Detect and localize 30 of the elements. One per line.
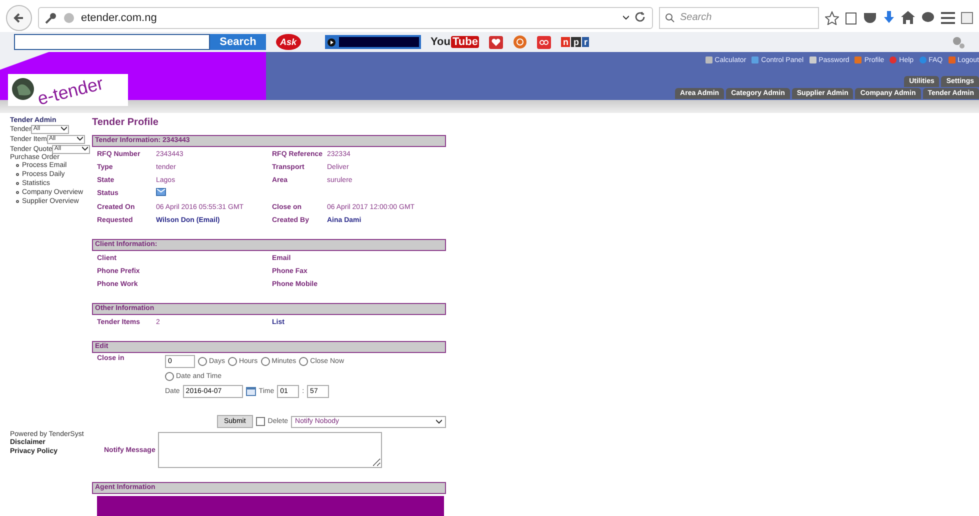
back-button[interactable]: [6, 4, 32, 31]
back-arrow-icon: [13, 12, 25, 24]
star-icon[interactable]: [825, 10, 839, 25]
calendar-icon[interactable]: [246, 387, 256, 396]
address-bar[interactable]: etender.com.ng: [38, 6, 653, 29]
logo-text: e-tender: [35, 74, 106, 110]
envelope-icon: [156, 188, 166, 196]
chat-icon[interactable]: [921, 11, 935, 24]
reload-icon[interactable]: [635, 12, 646, 24]
ask-logo[interactable]: Ask: [276, 34, 301, 50]
download-icon[interactable]: [883, 10, 895, 25]
toolbar-search-field[interactable]: [14, 34, 210, 50]
heart-icon[interactable]: [488, 36, 503, 49]
url-text: etender.com.ng: [81, 12, 158, 24]
menu-icon[interactable]: [941, 12, 955, 24]
radio-app-icon[interactable]: [536, 36, 551, 49]
delete-checkbox[interactable]: [256, 417, 265, 426]
notify-message-field[interactable]: [158, 432, 382, 468]
chevron-icon: [61, 126, 68, 131]
browser-search-field[interactable]: Search: [659, 6, 819, 29]
search-icon: [665, 12, 675, 23]
ring-icon[interactable]: [512, 35, 527, 50]
globe-emblem-icon: [11, 77, 35, 102]
chevron-icon: [436, 419, 442, 424]
page-title: Tender Profile: [92, 117, 160, 130]
chevron-icon: [623, 15, 629, 20]
play-icon: [326, 38, 336, 47]
npr-logo[interactable]: n p r: [560, 37, 590, 48]
search-button[interactable]: Search: [210, 34, 266, 50]
media-player[interactable]: [324, 35, 421, 50]
